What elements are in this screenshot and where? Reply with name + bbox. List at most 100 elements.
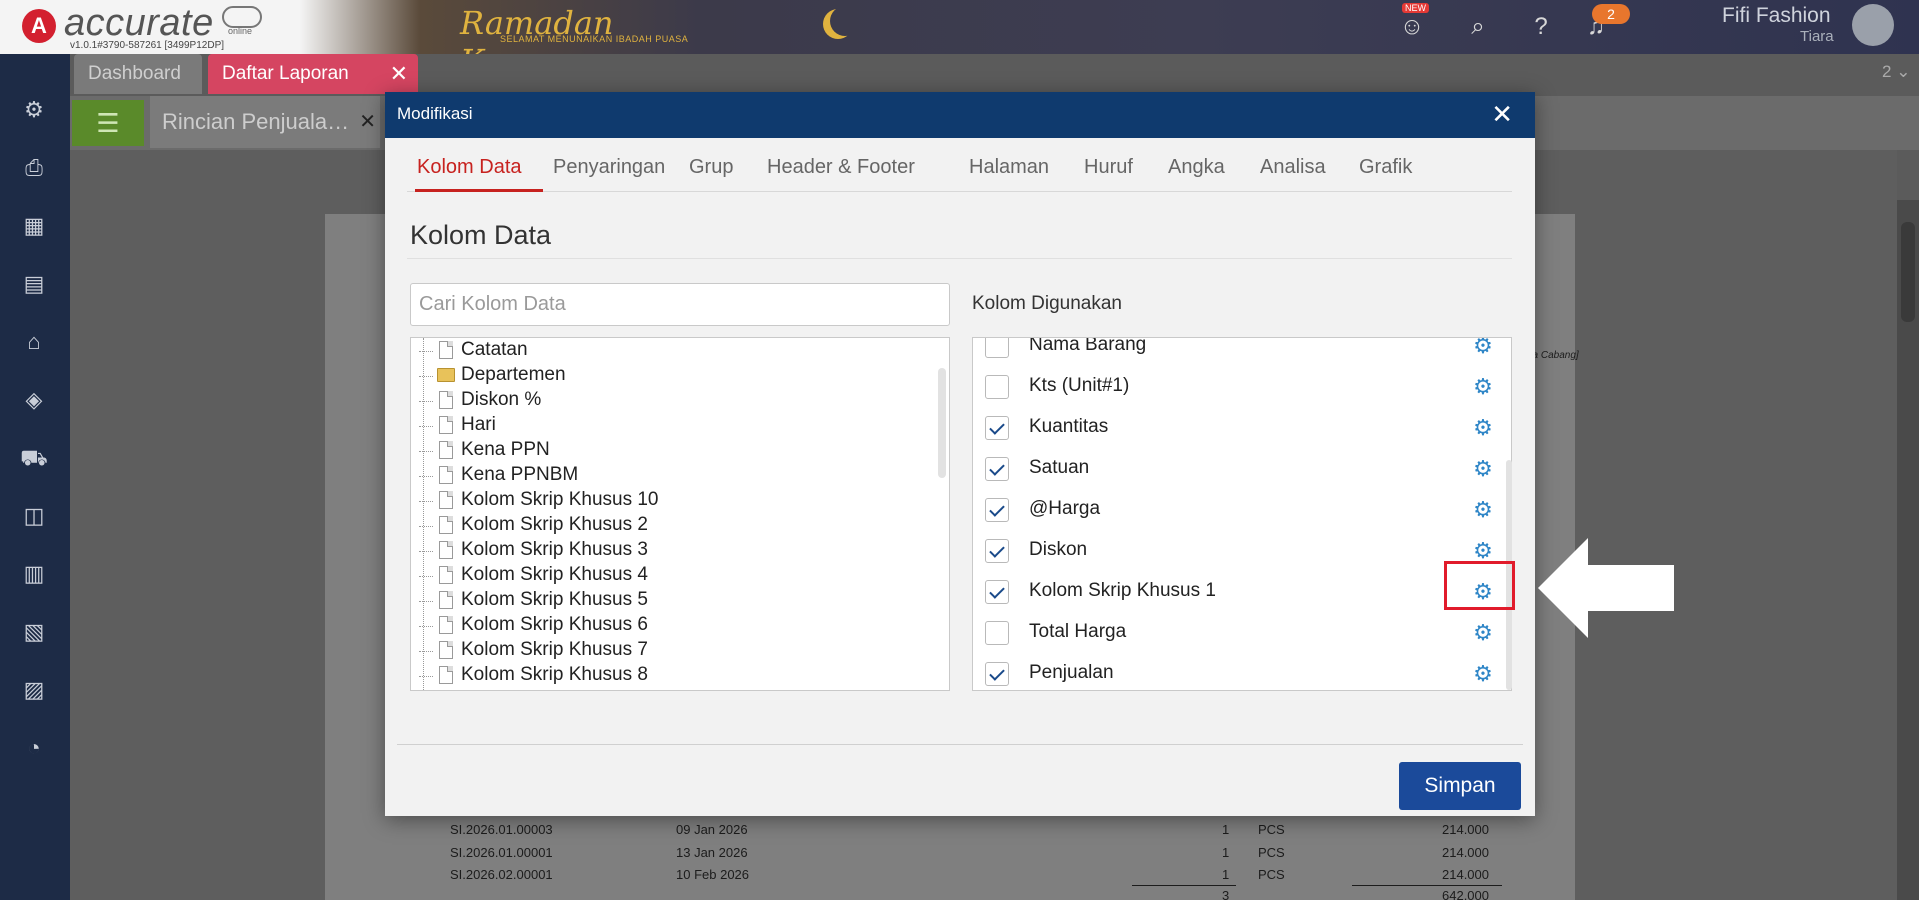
document-icon — [439, 491, 453, 509]
dialog-title: Modifikasi — [397, 104, 473, 123]
tree-item[interactable]: Hari — [411, 414, 931, 439]
tree-item-label: Kolom Skrip Khusus 6 — [461, 614, 648, 635]
warehouse-icon[interactable]: ▥ — [18, 558, 50, 590]
tree-item[interactable]: Kolom Skrip Khusus 10 — [411, 489, 931, 514]
avatar[interactable] — [1852, 4, 1894, 46]
document-icon — [439, 616, 453, 634]
column-label: @Harga — [1029, 498, 1101, 519]
search-icon[interactable]: ⌕ — [1463, 12, 1493, 42]
report-row-amount: 214.000 — [1442, 845, 1489, 860]
money-bag-icon[interactable]: ◈ — [18, 384, 50, 416]
tree-item[interactable]: Diskon % — [411, 389, 931, 414]
tab-kolom-data[interactable]: Kolom Data — [417, 156, 522, 179]
tree-item[interactable]: Kolom Skrip Khusus 2 — [411, 514, 931, 539]
tax-icon[interactable]: ▨ — [18, 674, 50, 706]
tree-scrollbar[interactable] — [938, 368, 946, 478]
report-row-unit: PCS — [1258, 845, 1285, 860]
tab-row: Dashboard Daftar Laporan ✕ 2 ⌄ — [70, 54, 1919, 96]
tree-item[interactable]: Kolom Skrip Khusus 7 — [411, 639, 931, 664]
tree-item[interactable]: Kolom Skrip Khusus 3 — [411, 539, 931, 564]
list-item: Kolom Skrip Khusus 1 ⚙ — [973, 572, 1493, 613]
column-label: Kts (Unit#1) — [1029, 375, 1130, 396]
building-icon[interactable]: ▦ — [18, 210, 50, 242]
document-icon — [439, 666, 453, 684]
save-button[interactable]: Simpan — [1399, 762, 1521, 810]
factory-icon[interactable]: ▧ — [18, 616, 50, 648]
bank-icon[interactable]: ⌂ — [18, 326, 50, 358]
left-sidebar: ⚙ ⎙ ▦ ▤ ⌂ ◈ ⛟ ◫ ▥ ▧ ▨ ◔ — [0, 54, 70, 900]
window-count-dropdown[interactable]: 2 ⌄ — [1882, 62, 1910, 82]
section-title: Kolom Data — [410, 220, 552, 250]
company-name[interactable]: Fifi Fashion — [1722, 4, 1831, 28]
report-row-qty: 1 — [1222, 867, 1230, 882]
tab-halaman[interactable]: Halaman — [969, 156, 1049, 179]
ledger-icon[interactable]: ▤ — [18, 268, 50, 300]
tab-angka[interactable]: Angka — [1168, 156, 1225, 179]
column-checkbox[interactable] — [985, 338, 1009, 358]
column-checkbox[interactable] — [985, 416, 1009, 440]
column-checkbox[interactable] — [985, 457, 1009, 481]
list-item: Satuan ⚙ — [973, 449, 1493, 490]
report-row-amount: 214.000 — [1442, 867, 1489, 882]
tree-item[interactable]: Kena PPNBM — [411, 464, 931, 489]
list-menu-button[interactable]: ☰ — [72, 100, 144, 146]
column-checkbox[interactable] — [985, 580, 1009, 604]
column-checkbox[interactable] — [985, 621, 1009, 645]
column-label: Nama Barang — [1029, 337, 1147, 355]
column-label: Diskon — [1029, 539, 1088, 560]
close-icon[interactable]: ✕ — [359, 96, 376, 148]
tree-item[interactable]: Kolom Skrip Khusus 4 — [411, 564, 931, 589]
tree-item-label: Kolom Skrip Khusus 5 — [461, 589, 648, 610]
gear-icon[interactable]: ⚙ — [1471, 662, 1495, 686]
gear-icon[interactable]: ⚙ — [1471, 375, 1495, 399]
gear-icon[interactable]: ⚙ — [1471, 416, 1495, 440]
tree-item[interactable]: Catatan — [411, 339, 931, 364]
tab-header-footer[interactable]: Header & Footer — [767, 156, 915, 179]
tree-item[interactable]: Kolom Skrip Khusus 5 — [411, 589, 931, 614]
close-icon[interactable]: ✕ — [390, 54, 408, 94]
tab-analisa[interactable]: Analisa — [1260, 156, 1326, 179]
document-icon — [439, 541, 453, 559]
tree-item[interactable]: Kolom Skrip Khusus 6 — [411, 614, 931, 639]
gear-icon[interactable]: ⚙ — [1471, 539, 1495, 563]
user-name[interactable]: Tiara — [1800, 28, 1834, 45]
cart-icon[interactable]: ⛟ — [18, 442, 50, 474]
tab-penyaringan[interactable]: Penyaringan — [553, 156, 665, 179]
printer-icon[interactable]: ⎙ — [18, 152, 50, 184]
report-row-no: SI.2026.02.00001 — [450, 867, 553, 882]
column-checkbox[interactable] — [985, 498, 1009, 522]
tree-item-label: Kena PPN — [461, 439, 550, 460]
subtab-rincian-penjualan[interactable]: Rincian Penjuala… ✕ — [150, 96, 380, 148]
column-checkbox[interactable] — [985, 375, 1009, 399]
close-icon[interactable]: ✕ — [1491, 99, 1513, 130]
shopping-bag-icon[interactable]: ◫ — [18, 500, 50, 532]
column-checkbox[interactable] — [985, 662, 1009, 686]
report-row-qty: 1 — [1222, 845, 1230, 860]
settings-icon[interactable]: ⚙ — [18, 94, 50, 126]
gear-icon[interactable]: ⚙ — [1471, 498, 1495, 522]
tab-daftar-laporan[interactable]: Daftar Laporan ✕ — [208, 54, 418, 94]
tab-grup[interactable]: Grup — [689, 156, 733, 179]
tree-item-label: Kena PPNBM — [461, 464, 579, 485]
tree-item[interactable]: Kolom Skrip Khusus 8 — [411, 664, 931, 689]
tab-grafik[interactable]: Grafik — [1359, 156, 1412, 179]
tab-dashboard[interactable]: Dashboard — [74, 54, 202, 94]
list-item: Kts (Unit#1) ⚙ — [973, 367, 1493, 408]
gear-icon[interactable]: ⚙ — [1471, 338, 1495, 358]
version-text: v1.0.1#3790-587261 [3499P12DP] — [70, 40, 225, 51]
tree-item[interactable]: Departemen — [411, 364, 931, 389]
document-icon — [439, 341, 453, 359]
report-chart-icon[interactable]: ◔ — [18, 732, 50, 764]
report-scroll-thumb[interactable] — [1901, 222, 1915, 322]
dialog-tabs: Kolom Data Penyaringan Grup Header & Foo… — [407, 148, 1512, 192]
tree-item-label: Hari — [461, 414, 496, 435]
help-icon[interactable]: ? — [1526, 12, 1556, 42]
gear-icon[interactable]: ⚙ — [1471, 621, 1495, 645]
tab-huruf[interactable]: Huruf — [1084, 156, 1133, 179]
search-input[interactable] — [410, 283, 950, 326]
column-checkbox[interactable] — [985, 539, 1009, 563]
gear-icon[interactable]: ⚙ — [1471, 457, 1495, 481]
tree-item[interactable]: Kena PPN — [411, 439, 931, 464]
mascot-icon[interactable]: ☺ — [1397, 12, 1427, 42]
report-row-qty: 1 — [1222, 822, 1230, 837]
